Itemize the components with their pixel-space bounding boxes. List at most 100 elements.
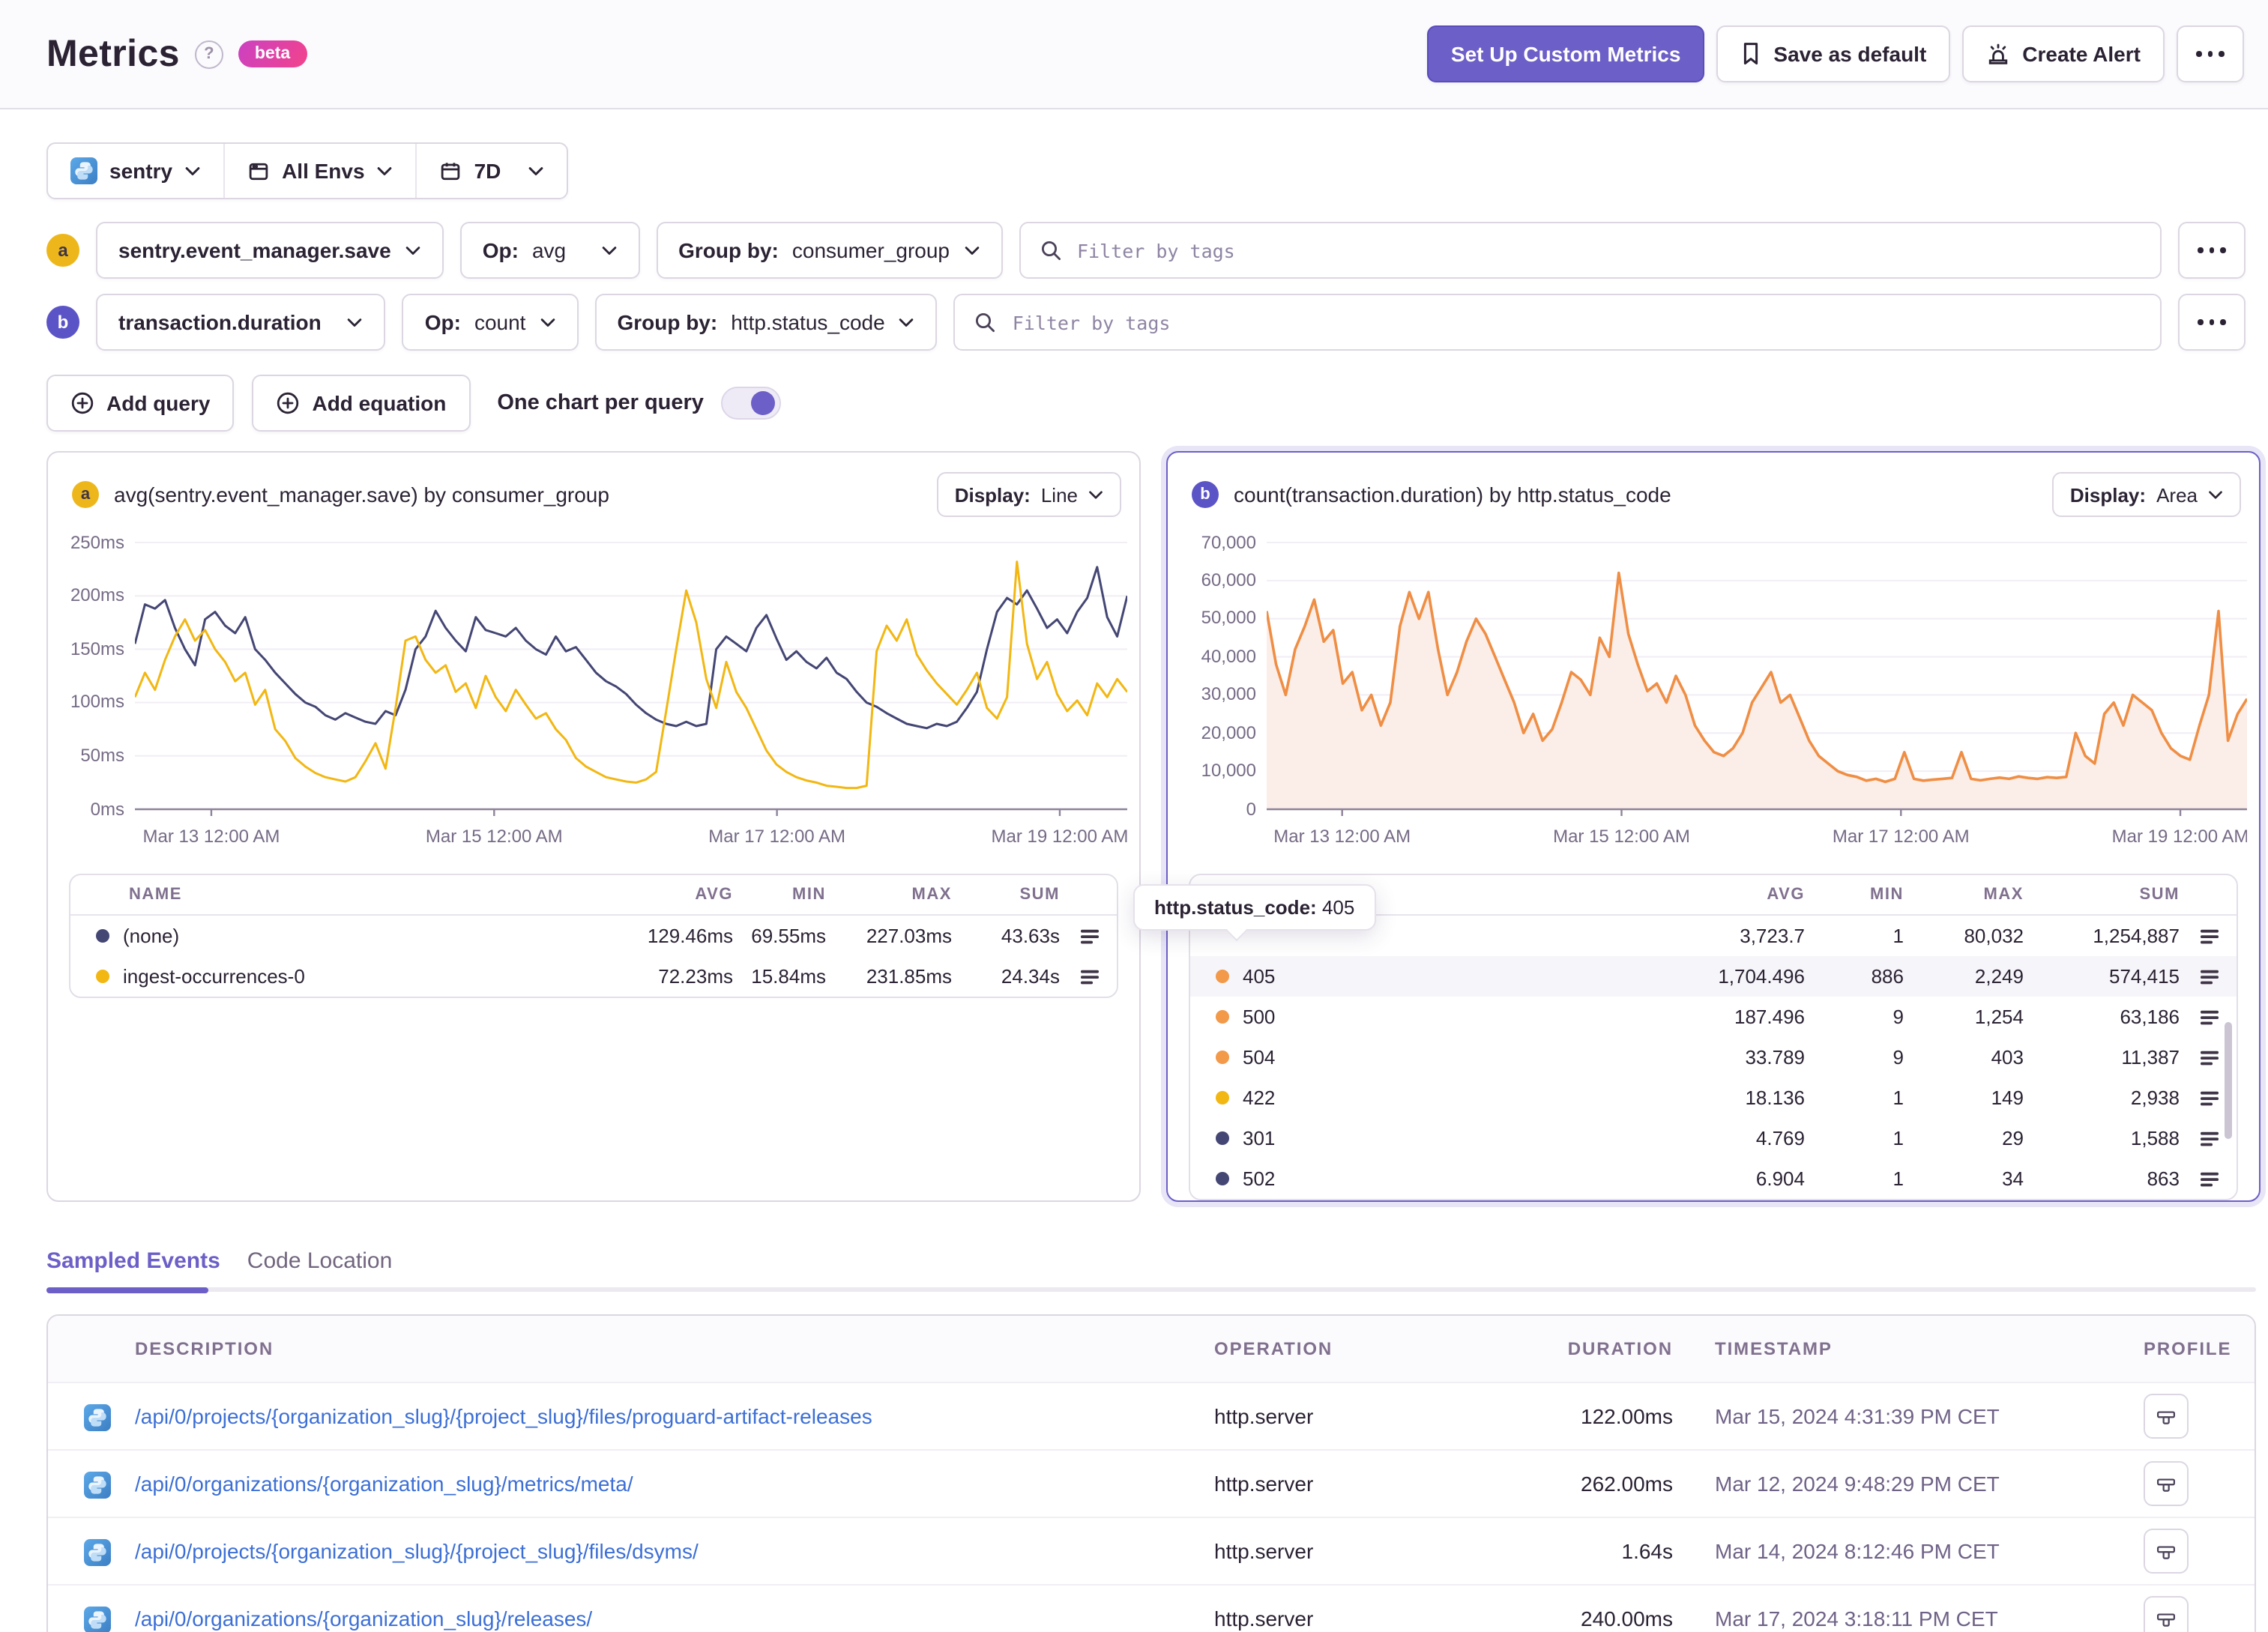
charts-row: a avg(sentry.event_manager.save) by cons…	[46, 451, 2261, 1202]
page-header: Metrics ? beta Set Up Custom Metrics Sav…	[0, 0, 2268, 109]
col-name: NAME	[129, 886, 182, 904]
summary-table-header: NAME AVG MIN MAX SUM	[70, 875, 1117, 916]
help-icon[interactable]: ?	[194, 40, 223, 68]
chart-title-a: avg(sentry.event_manager.save) by consum…	[114, 483, 609, 507]
series-name: 502	[1243, 1167, 1276, 1190]
bottom-tabs: Sampled Events Code Location	[46, 1248, 2256, 1293]
metric-select-b[interactable]: transaction.duration	[96, 294, 386, 351]
chart-area-a: 0ms 50ms 100ms 150ms 200ms 250ms Mar 13 12:00…	[63, 531, 1127, 853]
event-description-link[interactable]: /api/0/projects/{organization_slug}/{pro…	[135, 1404, 1193, 1428]
profile-button[interactable]	[2144, 1394, 2189, 1439]
event-description-link[interactable]: /api/0/organizations/{organization_slug}…	[135, 1607, 1193, 1631]
save-as-default-button[interactable]: Save as default	[1716, 25, 1951, 82]
y-axis-tick: 200ms	[70, 584, 124, 606]
col-sum: SUM	[2139, 886, 2180, 904]
groupby-value-b: http.status_code	[731, 310, 885, 334]
event-operation: http.server	[1214, 1539, 1314, 1563]
query-row-b: b transaction.duration Op: count Group b…	[46, 294, 2246, 351]
table-row[interactable]: 502 6.904 1 34 863	[1190, 1158, 2237, 1199]
bookmark-icon	[1740, 42, 1761, 66]
project-selector[interactable]: sentry	[48, 144, 223, 198]
focus-series-icon[interactable]	[2183, 964, 2237, 988]
query-badge-a: a	[46, 234, 79, 267]
table-row[interactable]: (none) 129.46ms 69.55ms 227.03ms 43.63s	[70, 916, 1117, 956]
ellipsis-icon	[2196, 51, 2225, 57]
event-description-link[interactable]: /api/0/projects/{organization_slug}/{pro…	[135, 1539, 1193, 1563]
table-scrollbar[interactable]	[2225, 1022, 2232, 1139]
table-row[interactable]: ingest-occurrences-0 72.23ms 15.84ms 231…	[70, 956, 1117, 997]
events-table-header: DESCRIPTION OPERATION DURATION TIMESTAMP…	[48, 1316, 2255, 1382]
event-row: /api/0/projects/{organization_slug}/{pro…	[48, 1517, 2255, 1584]
create-alert-button[interactable]: Create Alert	[1962, 25, 2165, 82]
y-axis-tick: 0ms	[90, 798, 124, 819]
query-more-button-a[interactable]	[2178, 222, 2246, 279]
profile-button[interactable]	[2144, 1529, 2189, 1574]
header-more-button[interactable]	[2177, 25, 2244, 82]
focus-series-icon[interactable]	[2183, 1167, 2237, 1191]
table-row[interactable]: 500 187.496 9 1,254 63,186	[1190, 997, 2237, 1037]
groupby-select-b[interactable]: Group by: http.status_code	[594, 294, 938, 351]
focus-series-icon[interactable]	[1063, 964, 1117, 988]
table-row[interactable]: 422 18.136 1 149 2,938	[1190, 1078, 2237, 1118]
op-select-a[interactable]: Op: avg	[459, 222, 640, 279]
profile-button[interactable]	[2144, 1596, 2189, 1632]
col-avg: AVG	[695, 886, 733, 904]
table-row[interactable]: 301 4.769 1 29 1,588	[1190, 1118, 2237, 1158]
profile-button[interactable]	[2144, 1461, 2189, 1506]
series-color-dot	[1216, 970, 1229, 983]
display-select-a[interactable]: Display: Line	[936, 472, 1121, 517]
op-select-b[interactable]: Op: count	[402, 294, 579, 351]
y-axis-tick: 30,000	[1201, 683, 1256, 705]
x-axis-labels-a: Mar 13 12:00 AM Mar 15 12:00 AM Mar 17 12:…	[135, 817, 1127, 853]
chart-panel-b[interactable]: http.status_code: 405 b count(transactio…	[1133, 451, 2261, 1202]
focus-series-icon[interactable]	[2183, 924, 2237, 948]
op-label: Op:	[482, 238, 519, 262]
y-axis-tick: 0	[1246, 798, 1256, 819]
chevron-down-icon	[539, 317, 555, 327]
query-more-button-b[interactable]	[2178, 294, 2246, 351]
chevron-down-icon	[184, 166, 201, 176]
query-badge-b: b	[1192, 481, 1219, 508]
tab-sampled-events[interactable]: Sampled Events	[46, 1248, 220, 1287]
tooltip-value: 405	[1321, 896, 1355, 919]
series-color-dot	[1216, 1010, 1229, 1024]
siren-icon	[1986, 42, 2010, 66]
line-chart-a[interactable]	[135, 538, 1127, 817]
table-row-hovered[interactable]: 405 1,704.496 886 2,249 574,415	[1190, 956, 2237, 997]
area-chart-b[interactable]	[1267, 538, 2247, 817]
one-chart-per-query-toggle[interactable]	[721, 387, 782, 420]
chart-panel-a[interactable]: a avg(sentry.event_manager.save) by cons…	[46, 451, 1141, 1202]
event-row: /api/0/projects/{organization_slug}/{pro…	[48, 1382, 2255, 1449]
col-sum: SUM	[1019, 886, 1060, 904]
add-equation-label: Add equation	[312, 391, 447, 415]
tag-filter-input-b[interactable]	[1009, 309, 2141, 335]
focus-series-icon[interactable]	[1063, 924, 1117, 948]
event-description-link[interactable]: /api/0/organizations/{organization_slug}…	[135, 1472, 1193, 1496]
environment-selector[interactable]: All Envs	[223, 144, 416, 198]
date-range-selector[interactable]: 7D	[415, 144, 567, 198]
tab-code-location[interactable]: Code Location	[247, 1248, 393, 1287]
chart-header-a: a avg(sentry.event_manager.save) by cons…	[48, 453, 1139, 517]
search-icon	[975, 312, 996, 333]
metric-select-a[interactable]: sentry.event_manager.save	[96, 222, 444, 279]
y-axis-tick: 50,000	[1201, 607, 1256, 629]
col-min: MIN	[792, 886, 826, 904]
chevron-down-icon	[377, 166, 393, 176]
setup-custom-metrics-button[interactable]: Set Up Custom Metrics	[1426, 25, 1705, 82]
table-row[interactable]: 504 33.789 9 403 11,387	[1190, 1037, 2237, 1078]
tag-filter-input-a[interactable]	[1074, 238, 2141, 263]
page-title: Metrics	[46, 32, 180, 74]
series-color-dot	[1216, 1131, 1229, 1145]
add-equation-button[interactable]: Add equation	[252, 375, 471, 432]
groupby-select-a[interactable]: Group by: consumer_group	[656, 222, 1002, 279]
x-axis-tick: Mar 19 12:00 AM	[991, 826, 1127, 847]
col-operation: OPERATION	[1214, 1338, 1333, 1359]
add-query-button[interactable]: Add query	[46, 375, 235, 432]
metric-name-a: sentry.event_manager.save	[118, 238, 391, 262]
display-select-b[interactable]: Display: Area	[2051, 472, 2241, 517]
event-row: /api/0/organizations/{organization_slug}…	[48, 1449, 2255, 1517]
groupby-label: Group by:	[678, 238, 779, 262]
chart-area-b: 0 10,000 20,000 30,000 40,000 50,000 60,000 70,…	[1183, 531, 2247, 853]
chevron-down-icon	[899, 317, 915, 327]
col-description: DESCRIPTION	[135, 1338, 274, 1359]
